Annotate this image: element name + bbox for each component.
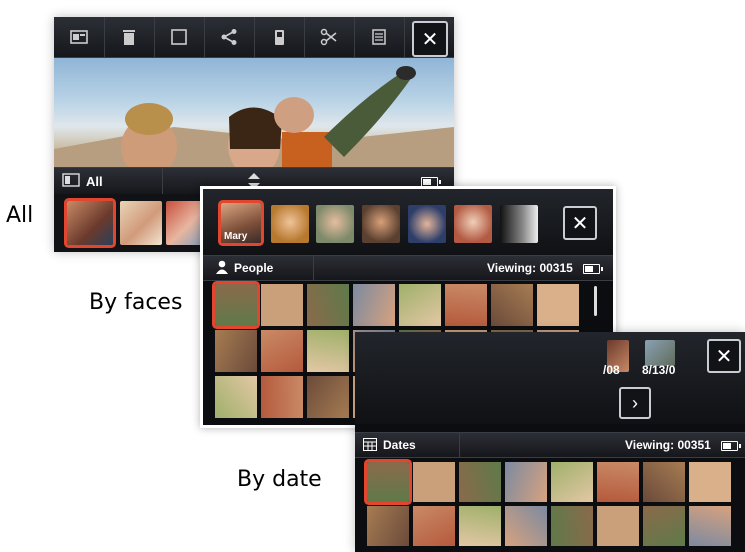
face-thumb-6[interactable] <box>454 205 492 243</box>
photo-thumbnail[interactable] <box>491 284 533 326</box>
battery-icon <box>721 441 741 451</box>
photo-thumbnail[interactable] <box>551 462 593 502</box>
date-view-panel: /08 8/13/0 ✕ › Dates Viewing: 00351 <box>355 332 745 552</box>
photo-thumbnail[interactable] <box>689 506 731 546</box>
dates-filter-label[interactable]: Dates <box>383 438 416 452</box>
photo-thumbnail[interactable] <box>307 330 349 372</box>
trash-icon <box>123 30 135 45</box>
scissors-icon <box>320 28 337 46</box>
cut-button[interactable] <box>304 17 355 57</box>
photo-thumbnail[interactable] <box>367 506 409 546</box>
filter-divider <box>313 256 314 280</box>
dates-viewing-count: Viewing: 00351 <box>625 438 711 452</box>
filter-divider <box>162 168 163 194</box>
all-filter-label[interactable]: All <box>86 174 103 189</box>
photo-thumbnail[interactable] <box>215 376 257 418</box>
dates-filter-bar: Dates Viewing: 00351 <box>355 432 745 458</box>
photo-thumbnail[interactable] <box>261 284 303 326</box>
caption-by-faces: By faces <box>89 290 183 315</box>
next-date-button[interactable]: › <box>619 387 651 419</box>
send-to-phone-button[interactable] <box>254 17 305 57</box>
filter-divider <box>459 433 460 457</box>
date-label-2: 8/13/0 <box>642 363 676 377</box>
photo-thumbnail[interactable] <box>399 284 441 326</box>
faces-viewing-count: Viewing: 00315 <box>487 261 573 275</box>
photo-thumbnail[interactable] <box>261 376 303 418</box>
photo-thumbnail[interactable] <box>215 284 257 326</box>
face-thumb-mary[interactable]: Mary <box>221 203 261 243</box>
select-button[interactable] <box>154 17 205 57</box>
faces-close-button[interactable]: ✕ <box>563 206 597 240</box>
share-icon <box>221 29 237 45</box>
gallery-icon <box>70 30 88 44</box>
chevron-right-icon: › <box>632 392 638 413</box>
date-close-button[interactable]: ✕ <box>707 339 741 373</box>
photo-thumbnail[interactable] <box>413 462 455 502</box>
share-button[interactable] <box>204 17 255 57</box>
details-button[interactable] <box>354 17 405 57</box>
gallery-button[interactable] <box>54 17 105 57</box>
person-icon <box>216 260 228 274</box>
face-thumb-2[interactable] <box>271 205 309 243</box>
photo-thumbnail[interactable] <box>367 462 409 502</box>
face-name-label: Mary <box>224 231 248 242</box>
photo-thumbnail[interactable] <box>261 330 303 372</box>
battery-icon <box>583 264 603 274</box>
photo-thumbnail[interactable] <box>307 376 349 418</box>
photo-thumbnail[interactable] <box>551 506 593 546</box>
close-icon: ✕ <box>571 212 589 235</box>
date-strip <box>355 332 745 424</box>
photo-thumbnail[interactable] <box>459 506 501 546</box>
photo-thumbnail[interactable] <box>689 462 731 502</box>
caption-all: All <box>6 203 34 228</box>
photo-thumbnail[interactable] <box>643 506 685 546</box>
all-thumb-1[interactable] <box>67 201 113 245</box>
dates-photo-grid <box>367 462 737 552</box>
face-thumb-7[interactable] <box>500 205 538 243</box>
close-icon: ✕ <box>421 28 439 51</box>
photo-thumbnail[interactable] <box>643 462 685 502</box>
photo-thumbnail[interactable] <box>353 284 395 326</box>
photo-thumbnail[interactable] <box>413 506 455 546</box>
photo-thumbnail[interactable] <box>597 506 639 546</box>
square-icon <box>171 29 187 45</box>
caption-by-date: By date <box>237 467 322 492</box>
all-filter-icon <box>62 173 80 187</box>
photo-thumbnail[interactable] <box>215 330 257 372</box>
date-label-1: /08 <box>603 363 620 377</box>
photo-thumbnail[interactable] <box>537 284 579 326</box>
photo-thumbnail[interactable] <box>307 284 349 326</box>
photo-figures <box>54 66 454 183</box>
faces-filter-bar: People Viewing: 00315 <box>203 256 613 281</box>
notes-icon <box>372 29 386 45</box>
photo-thumbnail[interactable] <box>597 462 639 502</box>
all-thumb-2[interactable] <box>120 201 162 245</box>
close-icon: ✕ <box>715 345 733 368</box>
main-photo <box>54 57 454 183</box>
delete-button[interactable] <box>104 17 155 57</box>
photo-thumbnail[interactable] <box>445 284 487 326</box>
people-filter-label[interactable]: People <box>234 261 273 275</box>
calendar-icon <box>363 438 377 451</box>
close-button[interactable]: ✕ <box>412 21 448 57</box>
phone-icon <box>275 30 284 45</box>
face-thumb-3[interactable] <box>316 205 354 243</box>
photo-thumbnail[interactable] <box>459 462 501 502</box>
all-view-toolbar: ✕ <box>54 17 454 58</box>
face-thumb-4[interactable] <box>362 205 400 243</box>
face-thumb-5[interactable] <box>408 205 446 243</box>
photo-thumbnail[interactable] <box>505 462 547 502</box>
photo-thumbnail[interactable] <box>505 506 547 546</box>
faces-scrollbar[interactable] <box>594 286 597 316</box>
